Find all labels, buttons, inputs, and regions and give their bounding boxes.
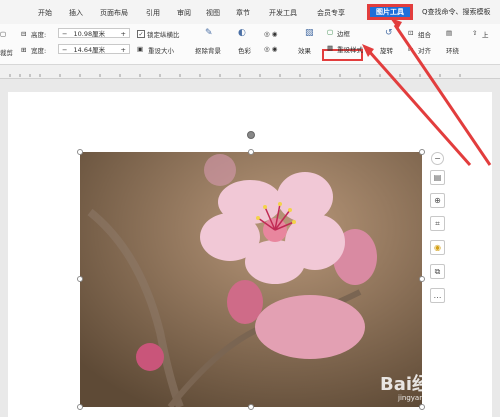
crop-partial-icon[interactable]: ▢ bbox=[0, 30, 6, 38]
width-field[interactable]: − 14.64厘米 + bbox=[58, 44, 130, 54]
copy-icon[interactable]: ⧉ bbox=[430, 264, 445, 279]
border-button[interactable]: 边框 bbox=[337, 28, 350, 38]
search-command[interactable]: Q查找命令、搜索模板 bbox=[422, 7, 491, 17]
ruler-ticks bbox=[9, 74, 461, 77]
rotate-icon[interactable]: ↺ bbox=[385, 28, 393, 38]
width-label: 宽度: bbox=[31, 47, 47, 55]
selected-photo[interactable]: Bai经验 jingyan.baidu.com bbox=[80, 152, 422, 407]
resize-handle-bottom-left[interactable] bbox=[77, 404, 83, 410]
horizontal-ruler[interactable] bbox=[0, 65, 500, 79]
height-minus-icon[interactable]: − bbox=[62, 30, 67, 38]
width-minus-icon[interactable]: − bbox=[62, 46, 67, 54]
tab-page-layout[interactable]: 页面布局 bbox=[100, 8, 128, 18]
surround-button[interactable]: 环绕 bbox=[446, 45, 459, 55]
peach-blossom-image bbox=[80, 152, 422, 407]
lock-ratio-checkbox[interactable]: ✓ bbox=[137, 30, 145, 38]
height-plus-icon[interactable]: + bbox=[121, 29, 126, 39]
border-icon[interactable]: ▢ bbox=[327, 28, 333, 36]
height-field[interactable]: − 10.98厘米 + bbox=[58, 28, 130, 38]
reset-size-button[interactable]: 重设大小 bbox=[148, 45, 174, 55]
color-button[interactable]: 色彩 bbox=[238, 45, 251, 55]
resize-handle-bottom-right[interactable] bbox=[419, 404, 425, 410]
menu-tab-bar: 开始 插入 页面布局 引用 审阅 视图 章节 开发工具 会员专享 图片工具 Q查… bbox=[0, 0, 500, 25]
rotate-handle-icon[interactable] bbox=[247, 131, 255, 139]
tab-references[interactable]: 引用 bbox=[146, 8, 160, 18]
reset-size-icon[interactable]: ▣ bbox=[137, 45, 143, 53]
tab-member[interactable]: 会员专享 bbox=[317, 8, 345, 18]
group-button[interactable]: 组合 bbox=[418, 29, 431, 39]
align-button[interactable]: 对齐 bbox=[418, 45, 431, 55]
tab-view[interactable]: 视图 bbox=[206, 8, 220, 18]
width-plus-icon[interactable]: + bbox=[121, 45, 126, 55]
baidu-watermark-url: jingyan.baidu.com bbox=[398, 394, 422, 402]
layout-options-icon[interactable]: ▤ bbox=[430, 170, 445, 185]
resize-handle-right[interactable] bbox=[419, 276, 425, 282]
collapse-icon[interactable]: − bbox=[431, 152, 444, 165]
resize-handle-top-right[interactable] bbox=[419, 149, 425, 155]
resize-handle-top-left[interactable] bbox=[77, 149, 83, 155]
crop-icon[interactable]: ⌗ bbox=[430, 216, 445, 231]
remove-background-icon[interactable]: ✎ bbox=[205, 28, 213, 38]
resize-handle-left[interactable] bbox=[77, 276, 83, 282]
up-button[interactable]: 上 bbox=[482, 29, 489, 39]
tab-chapter[interactable]: 章节 bbox=[236, 8, 250, 18]
effects-icon[interactable]: ▧ bbox=[305, 28, 314, 38]
resize-handle-top[interactable] bbox=[248, 149, 254, 155]
crop-label[interactable]: 裁剪 bbox=[0, 47, 13, 57]
align-icon[interactable]: ⊫ bbox=[408, 45, 414, 53]
reset-style-button[interactable]: 重设样式 bbox=[337, 44, 363, 54]
idea-bulb-icon[interactable]: ◉ bbox=[430, 240, 445, 255]
group-icon[interactable]: ⊡ bbox=[408, 29, 413, 37]
up-icon[interactable]: ⇧ bbox=[472, 29, 477, 37]
height-label: 高度: bbox=[31, 31, 47, 39]
surround-icon[interactable]: ▤ bbox=[446, 29, 452, 37]
picture-tools-ribbon: ▢ 裁剪 ⊟ 高度: − 10.98厘米 + ⊞ 宽度: − 14.64厘米 +… bbox=[0, 24, 500, 65]
width-icon: ⊞ bbox=[21, 46, 27, 54]
zoom-icon[interactable]: ⊕ bbox=[430, 193, 445, 208]
baidu-watermark: Bai经验 bbox=[380, 374, 422, 395]
effects-button[interactable]: 效果 bbox=[298, 45, 311, 55]
rotate-button[interactable]: 旋转 bbox=[380, 45, 393, 55]
height-icon: ⊟ bbox=[21, 30, 27, 38]
remove-background-button[interactable]: 抠除背景 bbox=[195, 45, 221, 55]
tab-review[interactable]: 审阅 bbox=[177, 8, 191, 18]
tab-insert[interactable]: 插入 bbox=[69, 8, 83, 18]
adjust-icon-2[interactable]: ◎ ◉ bbox=[264, 45, 277, 53]
adjust-icon[interactable]: ◎ ◉ bbox=[264, 30, 277, 38]
reset-style-icon[interactable]: ▦ bbox=[327, 44, 333, 52]
lock-ratio-label: 锁定纵横比 bbox=[147, 31, 180, 39]
tab-home[interactable]: 开始 bbox=[38, 8, 52, 18]
more-options-icon[interactable]: … bbox=[430, 288, 445, 303]
tab-developer[interactable]: 开发工具 bbox=[269, 8, 297, 18]
resize-handle-bottom[interactable] bbox=[248, 404, 254, 410]
tab-picture-tools[interactable]: 图片工具 bbox=[367, 4, 413, 20]
color-icon[interactable]: ◐ bbox=[238, 28, 246, 38]
